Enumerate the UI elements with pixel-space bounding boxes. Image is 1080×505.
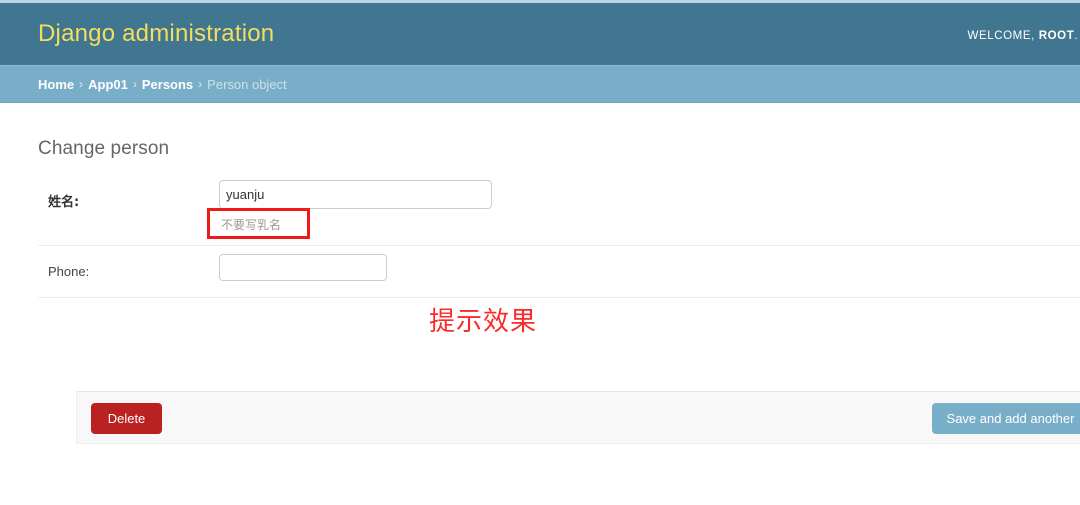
- name-input[interactable]: [219, 180, 492, 209]
- site-header: Django administration WELCOME, ROOT. VI: [0, 3, 1080, 65]
- name-help-text: 不要写乳名: [221, 218, 282, 232]
- breadcrumb-separator: ›: [79, 77, 84, 91]
- form-row-phone: Phone:: [38, 246, 1080, 298]
- welcome-punctuation: .: [1074, 30, 1079, 42]
- content-area: Change person 姓名: 不要写乳名 Phone: Delete Sa…: [0, 103, 1080, 505]
- breadcrumb-item-current: Person object: [207, 76, 287, 92]
- field-label-phone: Phone:: [48, 264, 90, 279]
- breadcrumb-separator: ›: [132, 77, 137, 91]
- form-row-name: 姓名: 不要写乳名: [38, 169, 1080, 246]
- user-tools: WELCOME, ROOT. VI: [967, 30, 1080, 42]
- welcome-prefix: WELCOME,: [967, 30, 1035, 42]
- site-branding-title[interactable]: Django administration: [0, 22, 274, 46]
- breadcrumb-item-home[interactable]: Home: [38, 77, 74, 92]
- submit-row: Delete Save and add another S: [76, 391, 1080, 444]
- breadcrumb: Home › App01 › Persons › Person object: [0, 65, 1080, 103]
- breadcrumb-separator: ›: [198, 77, 203, 91]
- annotation-label: 提示效果: [429, 307, 538, 337]
- phone-input[interactable]: [219, 254, 387, 281]
- field-label-name: 姓名:: [48, 195, 80, 210]
- page-title: Change person: [38, 137, 170, 159]
- django-admin-page: Django administration WELCOME, ROOT. VI …: [0, 0, 1080, 505]
- breadcrumb-item-persons[interactable]: Persons: [142, 77, 193, 92]
- username-label: ROOT: [1038, 30, 1075, 42]
- breadcrumb-item-app01[interactable]: App01: [88, 77, 128, 92]
- change-form-module: 姓名: 不要写乳名 Phone: Delete Save and add ano…: [38, 169, 1080, 444]
- delete-button[interactable]: Delete: [91, 403, 162, 434]
- save-and-add-another-button[interactable]: Save and add another: [932, 403, 1080, 434]
